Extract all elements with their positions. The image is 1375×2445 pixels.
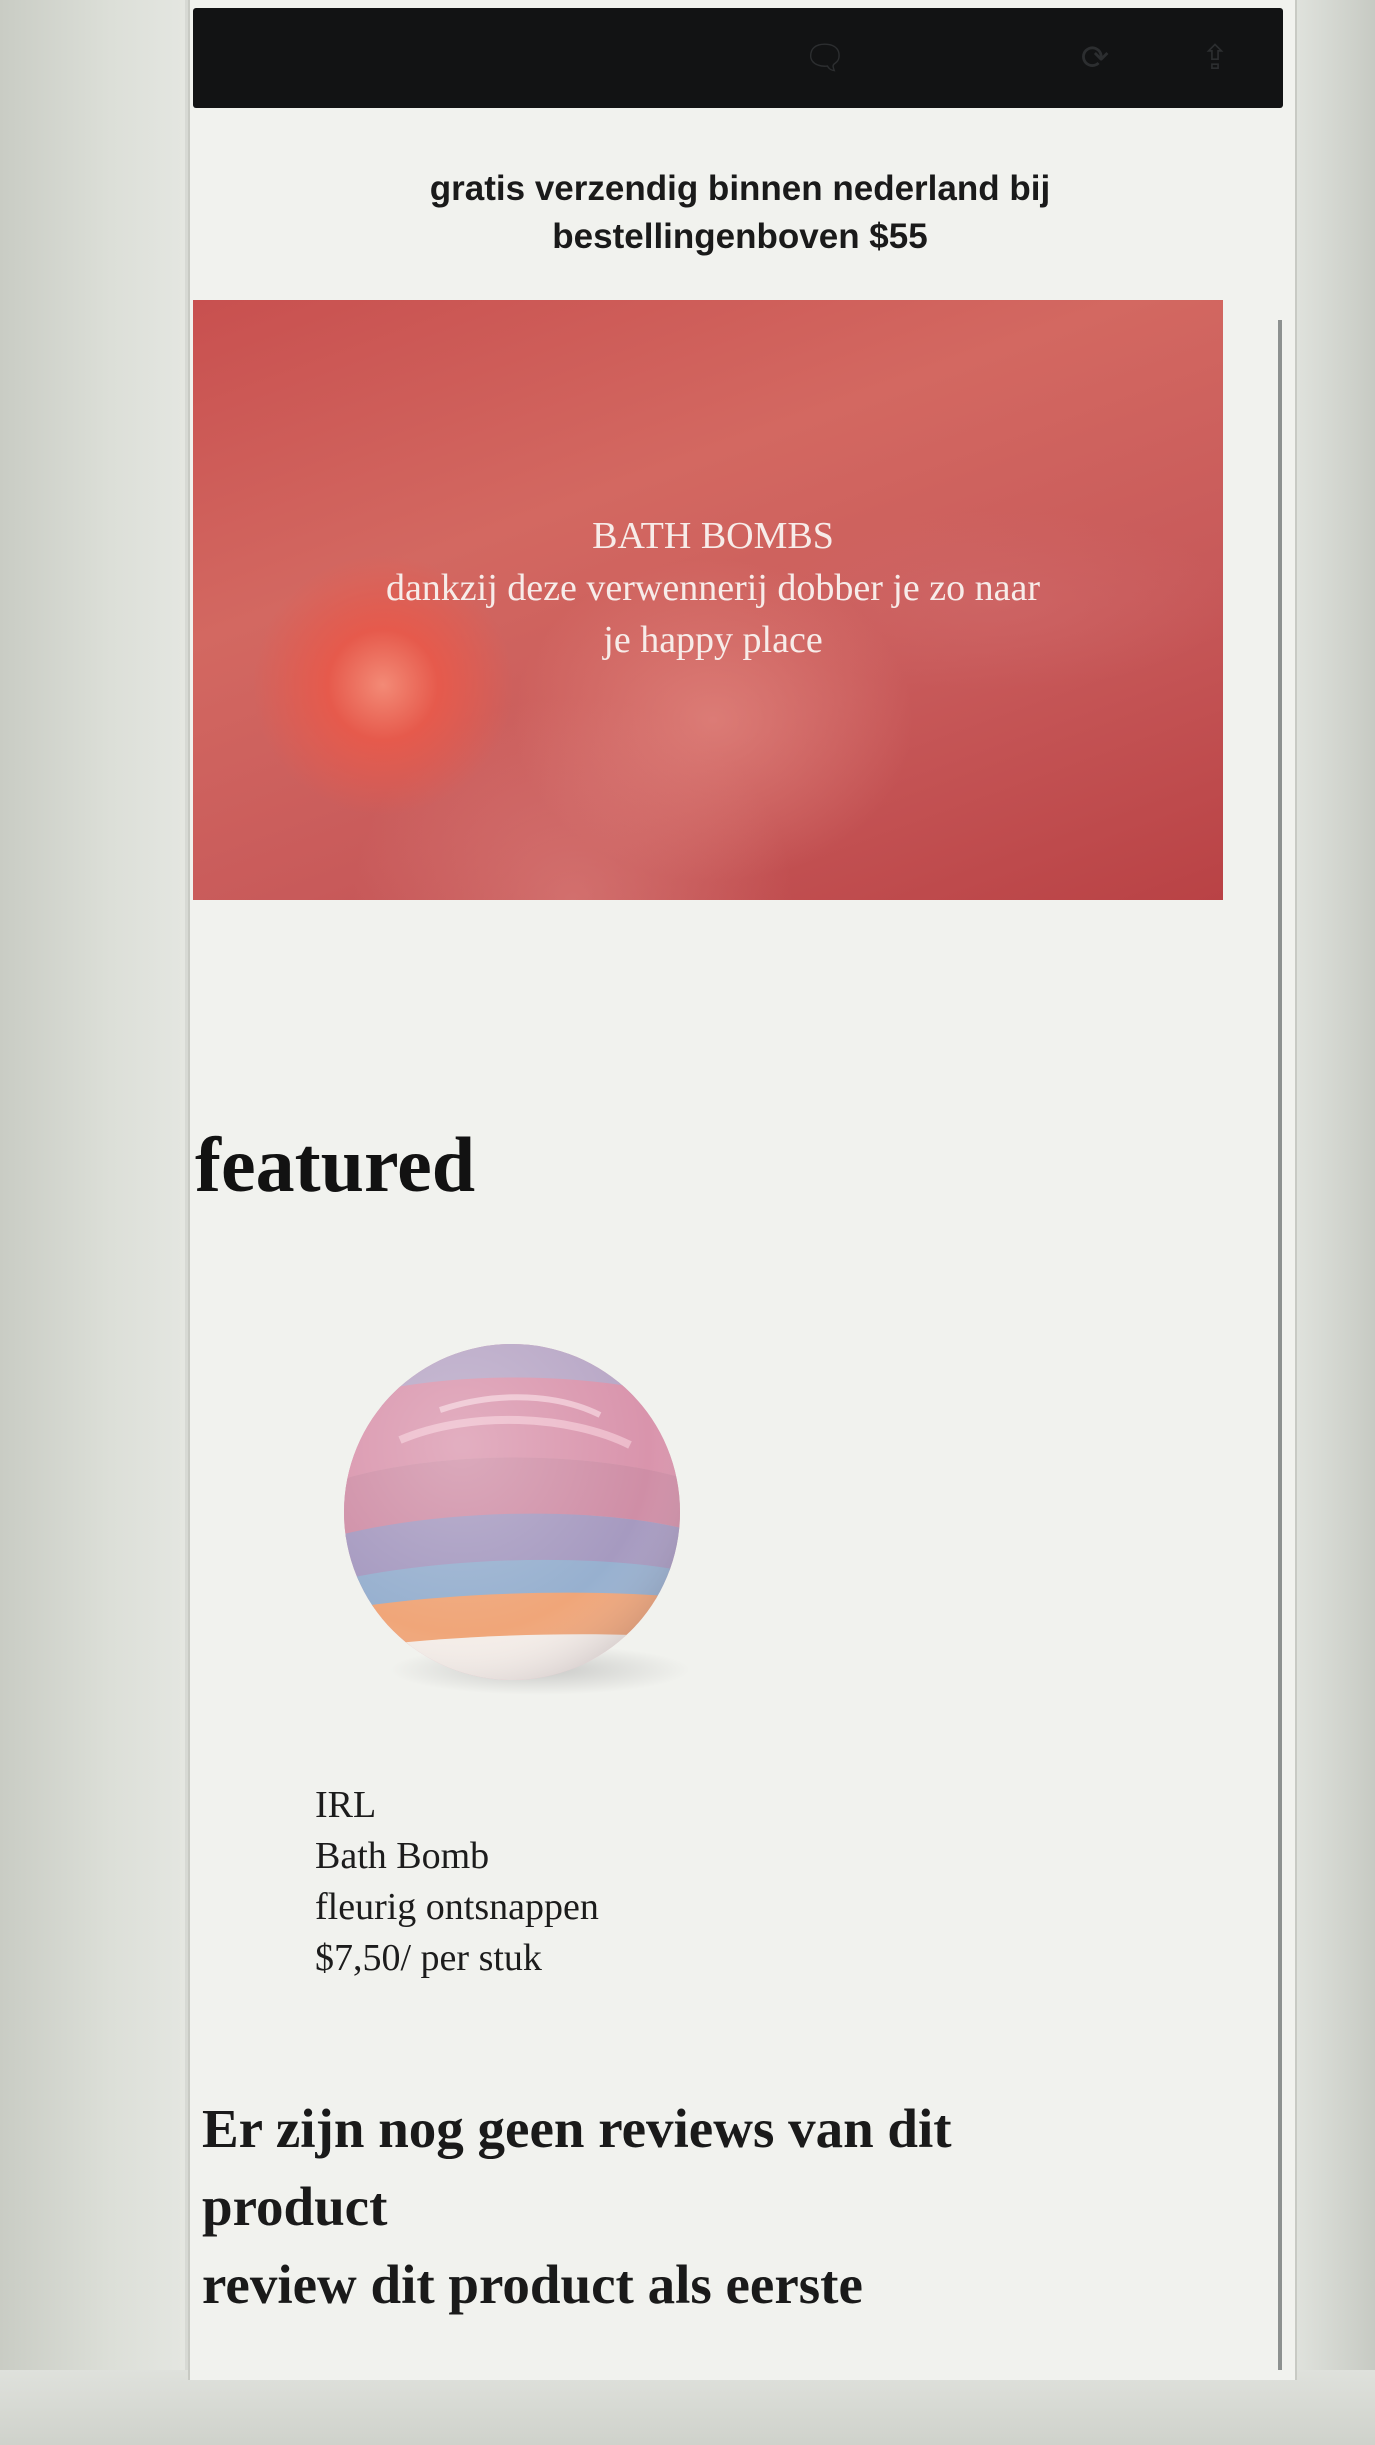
hero-banner[interactable]: BATH BOMBS dankzij deze verwennerij dobb… bbox=[193, 300, 1223, 900]
hero-subtitle-line-2: je happy place bbox=[603, 619, 823, 661]
shipping-line-2: bestellingenboven $55 bbox=[552, 217, 928, 256]
bath-bomb-illustration bbox=[344, 1344, 690, 1695]
share-icon[interactable]: ⇪ bbox=[1193, 36, 1237, 80]
product-name[interactable]: Bath Bomb bbox=[315, 1831, 599, 1882]
shipping-announcement: gratis verzendig binnen nederland bij be… bbox=[310, 165, 1170, 261]
scrollbar[interactable] bbox=[1278, 320, 1282, 2370]
no-reviews-line-1: Er zijn nog geen reviews van dit bbox=[202, 2098, 952, 2159]
reviews-section: Er zijn nog geen reviews van dit product… bbox=[202, 2090, 1232, 2324]
monitor-bezel-left bbox=[0, 0, 185, 2445]
product-variant: fleurig ontsnappen bbox=[315, 1886, 599, 1928]
write-first-review-link[interactable]: review dit product als eerste bbox=[202, 2246, 1232, 2324]
hero-subtitle-line-1: dankzij deze verwennerij dobber je zo na… bbox=[385, 567, 1041, 609]
product-image-bath-bomb[interactable] bbox=[340, 1340, 690, 1700]
chat-icon[interactable]: 🗨 bbox=[803, 36, 847, 80]
mobile-viewport: 🗨 ⟳ ⇪ gratis verzendig binnen nederland … bbox=[188, 0, 1297, 2380]
hero-text: BATH BOMBS dankzij deze verwennerij dobb… bbox=[273, 510, 1153, 666]
product-details[interactable]: IRL Bath Bomb fleurig ontsnappen $7,50/ … bbox=[315, 1780, 599, 1984]
monitor-bezel-bottom bbox=[0, 2370, 1375, 2445]
product-brand: IRL bbox=[315, 1784, 377, 1826]
sync-icon[interactable]: ⟳ bbox=[1073, 36, 1117, 80]
no-reviews-line-2: product bbox=[202, 2176, 388, 2237]
top-status-bar: 🗨 ⟳ ⇪ bbox=[193, 8, 1283, 108]
product-price: $7,50/ per stuk bbox=[315, 1937, 542, 1979]
hero-title: BATH BOMBS bbox=[592, 515, 834, 557]
featured-heading: featured bbox=[195, 1121, 476, 1208]
shipping-line-1: gratis verzendig binnen nederland bij bbox=[429, 169, 1051, 208]
